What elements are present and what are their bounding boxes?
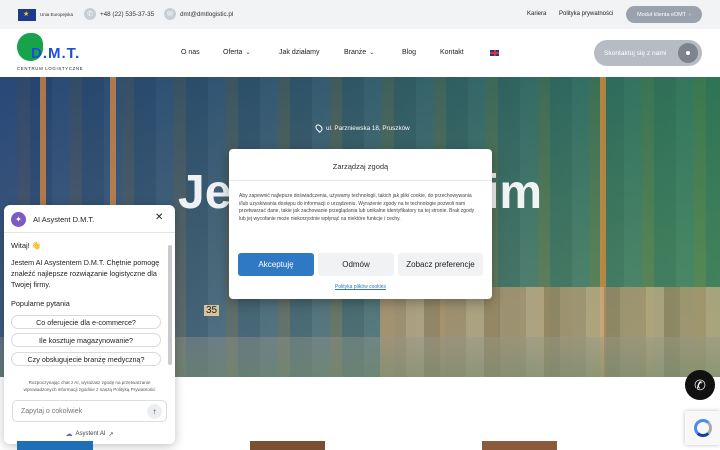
career-link[interactable]: Kariera (527, 11, 546, 17)
cookie-consent-dialog: Zarządzaj zgodą Aby zapewnić najlepsze d… (229, 149, 492, 299)
suggested-question[interactable]: Co oferujecie dla e-commerce? (11, 315, 161, 329)
contact-us-label: Skontaktuj się z nami (604, 49, 667, 57)
logo-subtitle: CENTRUM LOGISTYCZNE (17, 66, 84, 71)
chevron-down-icon: ⌄ (369, 50, 375, 56)
chat-brand[interactable]: ☁ Asystent AI ↗ (4, 430, 175, 438)
chat-greeting: Witaj! 👋 (11, 241, 42, 250)
phone-contact[interactable]: ✆ +48 (22) 535-37-35 (84, 8, 154, 20)
arrow-icon: › (689, 11, 691, 18)
hero-title: Je im (178, 165, 542, 220)
top-bar: Unia Europejska ✆ +48 (22) 535-37-35 ✉ d… (0, 0, 720, 29)
location-pin-icon (314, 123, 324, 133)
recaptcha-badge[interactable] (685, 411, 720, 445)
nav-item-label: Blog (402, 49, 417, 56)
logo[interactable]: D.M.T. CENTRUM LOGISTYCZNE (17, 33, 89, 73)
chat-consent-text: Rozpoczynając chat z AI, wyrażasz zgodę … (23, 380, 156, 392)
privacy-link[interactable]: Polityka prywatności (559, 11, 613, 17)
ai-brand-icon: ☁ (65, 431, 73, 438)
card-thumbnail (482, 441, 557, 450)
close-icon[interactable]: ✕ (155, 213, 163, 223)
chat-scrollbar[interactable] (168, 245, 172, 365)
divider (229, 180, 492, 181)
nav-item-label: Kontakt (440, 49, 464, 56)
hero-title-right: im (486, 166, 543, 219)
phone-number[interactable]: +48 (22) 535-37-35 (100, 11, 154, 18)
cookie-text: Aby zapewnić najlepsze doświadczenia, uż… (239, 193, 475, 222)
suggested-question[interactable]: Czy obsługujecie branżę medyczną? (11, 352, 161, 366)
send-icon[interactable]: ↑ (147, 404, 162, 419)
card-thumbnail (17, 441, 93, 450)
nav-item-label: Oferta (223, 49, 243, 56)
popular-questions-label: Popularne pytania (11, 299, 70, 308)
nav-item-contact[interactable]: Kontakt (440, 49, 464, 56)
chat-message: Jestem AI Asystentem D.M.T. Chętnie pomo… (11, 258, 160, 290)
dot-icon (678, 43, 698, 63)
hero-title-left: Je (178, 166, 232, 219)
hero-address-text: ul. Parzniewska 18, Pruszków (326, 124, 410, 132)
email-icon: ✉ (164, 8, 176, 20)
eu-badge: Unia Europejska (18, 9, 73, 21)
assistant-avatar: ✦ (11, 212, 26, 227)
chat-brand-label: Asystent AI (75, 431, 106, 437)
chevron-down-icon: ⌄ (245, 50, 251, 56)
nav-item-label: Branże (344, 49, 367, 56)
chat-input-placeholder: Zapytaj o cokolwiek (21, 408, 83, 415)
nav-item-label: O nas (181, 49, 200, 56)
nav-item-offer[interactable]: Oferta ⌄ (223, 49, 250, 56)
accept-button[interactable]: Akceptuję (238, 253, 314, 276)
preferences-button[interactable]: Zobacz preferencje (398, 253, 483, 276)
main-nav: D.M.T. CENTRUM LOGISTYCZNE O nas Oferta ⌄… (0, 29, 720, 77)
contact-us-button[interactable]: Skontaktuj się z nami (594, 40, 702, 66)
uk-flag-icon[interactable] (490, 50, 499, 56)
chat-input[interactable]: Zapytaj o cokolwiek ↑ (12, 400, 167, 422)
phone-icon: ✆ (694, 376, 706, 393)
nav-item-how-we-work[interactable]: Jak działamy (279, 49, 319, 56)
chat-header: ✦ AI Asystent D.M.T. ✕ (4, 205, 175, 233)
recaptcha-icon (693, 419, 712, 437)
eu-label: Unia Europejska (40, 11, 74, 17)
email-contact[interactable]: ✉ dmt@dmtlogistic.pl (164, 8, 233, 20)
cookie-title: Zarządzaj zgodą (332, 162, 389, 171)
client-module-button[interactable]: Moduł klienta eDMT › (626, 6, 702, 23)
external-link-icon: ↗ (108, 431, 114, 438)
nav-item-blog[interactable]: Blog (402, 49, 416, 56)
eu-flag-icon (18, 9, 36, 21)
deny-button[interactable]: Odmów (318, 253, 394, 276)
nav-item-label: Jak działamy (279, 49, 320, 56)
phone-icon: ✆ (84, 8, 96, 20)
card-thumbnail (250, 441, 325, 450)
nav-item-industries[interactable]: Branże ⌄ (344, 49, 374, 56)
box-number: 35 (204, 305, 220, 316)
suggested-question[interactable]: Ile kosztuje magazynowanie? (11, 333, 161, 347)
phone-call-button[interactable]: ✆ (685, 370, 715, 400)
cookie-policy-link[interactable]: Polityka plików cookies (229, 284, 492, 290)
ai-chat-widget: ✦ AI Asystent D.M.T. ✕ Witaj! 👋 Jestem A… (4, 205, 175, 444)
email-address[interactable]: dmt@dmtlogistic.pl (180, 11, 233, 18)
client-module-label: Moduł klienta eDMT (637, 11, 687, 18)
nav-item-about[interactable]: O nas (181, 49, 200, 56)
hero-address: ul. Parzniewska 18, Pruszków (314, 123, 410, 133)
chat-title: AI Asystent D.M.T. (33, 215, 95, 224)
logo-name: D.M.T. (31, 45, 81, 62)
